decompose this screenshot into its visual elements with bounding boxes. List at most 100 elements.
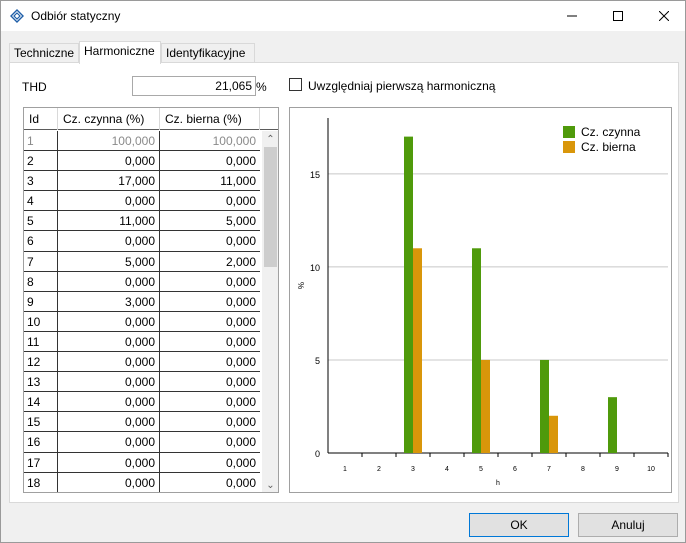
maximize-button[interactable] [595,1,641,31]
cell-id: 16 [24,432,58,453]
cell-active: 0,000 [58,191,160,212]
cell-active: 0,000 [58,372,160,393]
close-button[interactable] [641,1,686,31]
harmonics-table: Id Cz. czynna (%) Cz. bierna (%) 1 100,00… [23,107,279,493]
column-header-reactive[interactable]: Cz. bierna (%) [160,108,260,130]
cancel-button[interactable]: Anuluj [578,513,678,537]
first-harmonic-checkbox[interactable] [289,78,302,91]
table-row[interactable]: 13 0,000 0,000 [24,372,260,393]
tab-identyfikacyjne[interactable]: Identyfikacyjne [161,43,255,63]
y-tick-label: 10 [310,263,320,273]
cell-id: 5 [24,211,58,232]
dialog-window: Odbiór statyczny Techniczne Harmoniczne … [0,0,686,543]
cell-reactive: 0,000 [225,395,256,410]
cell-active: 0,000 [58,452,160,473]
x-tick-label: 4 [445,466,449,473]
x-tick-label: 10 [647,466,655,473]
y-tick-label: 0 [315,449,320,459]
scroll-down-button[interactable]: ⌄ [262,477,278,492]
cell-active: 11,000 [58,211,160,232]
cell-reactive: 0,000 [225,435,256,450]
cell-active: 0,000 [58,352,160,373]
tab-harmoniczne[interactable]: Harmoniczne [79,41,161,64]
legend-label-reactive: Cz. bierna [581,140,636,154]
cell-reactive: 0,000 [225,415,256,430]
cell-reactive: 0,000 [225,194,256,209]
cell-reactive: 0,000 [225,274,256,289]
cell-active: 0,000 [58,231,160,252]
table-row[interactable]: 12 0,000 0,000 [24,352,260,373]
cell-reactive: 0,000 [225,475,256,490]
table-scrollbar[interactable]: ⌃ ⌄ [262,131,278,492]
chevron-down-icon: ⌄ [266,479,275,491]
cell-id: 3 [24,171,58,192]
y-axis-label: % [297,282,306,289]
table-row[interactable]: 15 0,000 0,000 [24,412,260,433]
cell-reactive: 0,000 [225,375,256,390]
cell-id: 10 [24,311,58,332]
cell-active: 0,000 [58,392,160,413]
table-row[interactable]: 8 0,000 0,000 [24,271,260,292]
bar-reactive [481,359,490,453]
table-row[interactable]: 4 0,000 0,000 [24,191,260,212]
table-row[interactable]: 18 0,000 0,000 [24,472,260,492]
x-tick-label: 9 [615,466,619,473]
table-row[interactable]: 10 0,000 0,000 [24,311,260,332]
legend-item-reactive: Cz. bierna [563,140,636,154]
table-body: 1 100,000 100,000 2 0,000 0,000 3 17,000 11,000 4… [24,131,260,492]
column-header-active[interactable]: Cz. czynna (%) [58,108,160,130]
x-tick-label: 6 [513,466,517,473]
table-row[interactable]: 14 0,000 0,000 [24,392,260,413]
cell-id: 17 [24,452,58,473]
bar-active [608,397,617,453]
cell-reactive: 5,000 [225,214,256,229]
table-row[interactable]: 11 0,000 0,000 [24,331,260,353]
window-title: Odbiór statyczny [31,9,121,23]
cell-id: 15 [24,412,58,433]
legend-label-active: Cz. czynna [581,125,641,139]
cell-reactive: 11,000 [220,174,256,189]
first-harmonic-label: Uwzględniaj pierwszą harmoniczną [308,79,496,93]
cell-id: 12 [24,352,58,373]
thd-unit: % [256,80,267,94]
cell-id: 13 [24,372,58,393]
cell-active: 3,000 [58,291,160,312]
ok-button[interactable]: OK [469,513,569,537]
table-row[interactable]: 5 11,000 5,000 [24,211,260,232]
x-axis-label: h [496,480,500,487]
bar-reactive [549,415,558,453]
table-row[interactable]: 9 3,000 0,000 [24,291,260,312]
x-tick-label: 2 [377,466,381,473]
table-row[interactable]: 16 0,000 0,000 [24,432,260,453]
cell-active: 0,000 [58,271,160,292]
cell-reactive: 2,000 [225,254,256,269]
cell-id: 8 [24,271,58,292]
y-tick-label: 15 [310,170,320,180]
harmonics-panel: THD % Uwzględniaj pierwszą harmoniczną I… [9,62,679,503]
cell-id: 9 [24,291,58,312]
chart-canvas: 0 5 10 15 1 2 3 4 5 6 7 8 9 10% h [297,118,669,487]
chevron-up-icon: ⌃ [266,133,275,145]
cell-reactive: 0,000 [225,355,256,370]
thd-label: THD [22,80,47,94]
cell-active: 0,000 [58,412,160,433]
bar-active [540,359,549,453]
table-row[interactable]: 2 0,000 0,000 [24,151,260,172]
table-row[interactable]: 7 5,000 2,000 [24,251,260,272]
table-row[interactable]: 17 0,000 0,000 [24,452,260,473]
column-header-id[interactable]: Id [24,108,58,130]
scroll-up-button[interactable]: ⌃ [262,131,278,147]
minimize-button[interactable] [549,1,595,31]
cell-id: 18 [24,472,58,492]
table-row[interactable]: 6 0,000 0,000 [24,231,260,252]
table-row[interactable]: 1 100,000 100,000 [24,131,260,152]
cell-reactive: 0,000 [225,314,256,329]
thd-field[interactable] [132,76,256,96]
bar-active [472,248,481,453]
cell-id: 2 [24,151,58,172]
tab-techniczne[interactable]: Techniczne [9,43,79,63]
minimize-icon [567,15,577,17]
scrollbar-thumb[interactable] [264,147,277,267]
close-icon [659,11,669,21]
table-row[interactable]: 3 17,000 11,000 [24,171,260,192]
